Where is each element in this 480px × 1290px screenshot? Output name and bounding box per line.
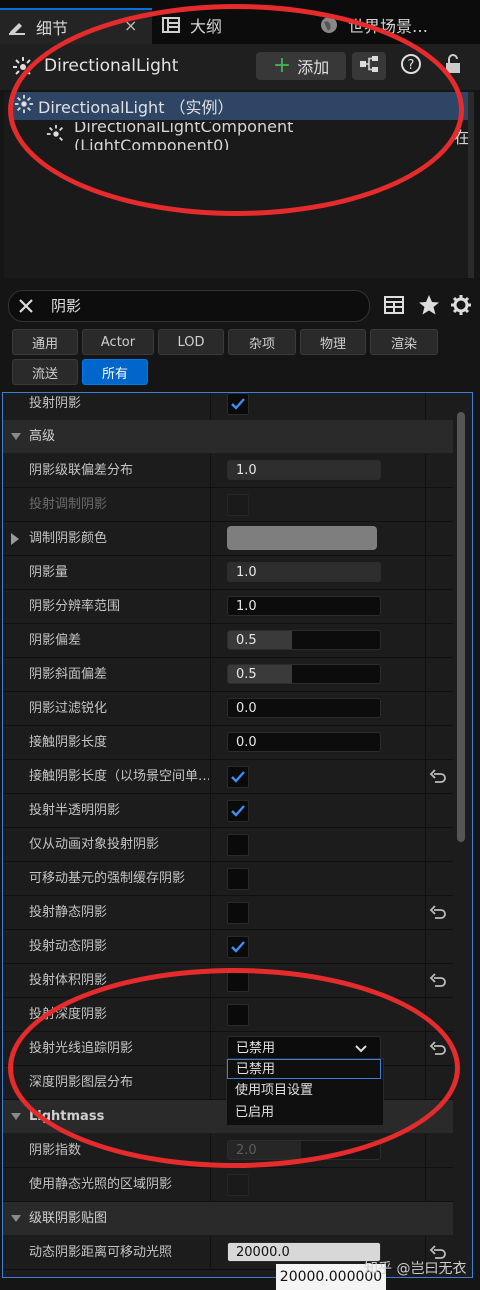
- prop-label: 动态阴影距离可移动光照: [29, 1245, 173, 1260]
- number-field[interactable]: 0.0: [227, 732, 381, 752]
- checkbox[interactable]: [227, 393, 249, 415]
- prop-label: 投射阴影: [29, 396, 82, 411]
- checkbox[interactable]: [227, 868, 249, 890]
- settings-gear-icon[interactable]: [450, 294, 472, 320]
- collapse-arrow-icon: [11, 1113, 21, 1120]
- tab-label: 细节: [36, 19, 69, 38]
- number-field[interactable]: 1.0: [227, 460, 381, 480]
- filter-chip-physics[interactable]: 物理: [300, 329, 366, 355]
- prop-label: 投射静态阴影: [29, 905, 108, 920]
- watermark: 知乎 @岂曰无衣: [364, 1261, 467, 1277]
- clear-search-icon[interactable]: [17, 297, 35, 319]
- prop-row: 阴影量 1.0: [3, 556, 453, 590]
- checkbox[interactable]: [227, 936, 249, 958]
- prop-row: 接触阴影长度（以场景空间单…: [3, 760, 453, 794]
- property-scrollbar[interactable]: [457, 412, 465, 842]
- annotation-ellipse: [8, 968, 460, 1168]
- slider-field[interactable]: 0.5: [227, 630, 381, 650]
- number-field[interactable]: 0.0: [227, 698, 381, 718]
- reset-arrow-icon[interactable]: [429, 972, 447, 990]
- number-field[interactable]: 1.0: [227, 596, 381, 616]
- checkbox[interactable]: [227, 766, 249, 788]
- checkbox[interactable]: [227, 834, 249, 856]
- prop-label: 调制阴影颜色: [29, 531, 108, 546]
- color-swatch[interactable]: [227, 526, 377, 550]
- prop-label: 仅从动画对象投射阴影: [29, 837, 160, 852]
- prop-label: 投射动态阴影: [29, 939, 108, 954]
- filter-chip-actor[interactable]: Actor: [82, 329, 154, 355]
- category-advanced[interactable]: 高级: [3, 420, 453, 453]
- prop-label: 投射调制阴影: [29, 497, 108, 512]
- prop-row: 投射调制阴影: [3, 488, 453, 522]
- prop-row: 投射阴影: [3, 393, 453, 421]
- prop-row: 阴影斜面偏差 0.5: [3, 658, 453, 692]
- search-input[interactable]: 阴影: [51, 295, 81, 316]
- prop-row: 使用静态光照的区域阴影: [3, 1168, 453, 1202]
- checkbox[interactable]: [227, 494, 249, 516]
- prop-row: 投射动态阴影: [3, 930, 453, 964]
- collapse-arrow-icon: [11, 433, 21, 440]
- slider-field[interactable]: 0.5: [227, 664, 381, 684]
- filter-chip-misc[interactable]: 杂项: [228, 329, 296, 355]
- checkbox[interactable]: [227, 1174, 249, 1196]
- reset-arrow-icon[interactable]: [429, 768, 447, 786]
- annotation-ellipse: [8, 4, 464, 216]
- filter-chip-lod[interactable]: LOD: [158, 329, 224, 355]
- prop-label: 投射半透明阴影: [29, 803, 121, 818]
- tree-scrollbar[interactable]: [468, 92, 474, 278]
- number-field[interactable]: 20000.0: [227, 1242, 381, 1262]
- prop-row: 调制阴影颜色: [3, 522, 453, 556]
- prop-label: 阴影偏差: [29, 633, 82, 648]
- search-box[interactable]: 阴影: [8, 290, 370, 322]
- prop-row: 投射半透明阴影: [3, 794, 453, 828]
- prop-label: 阴影斜面偏差: [29, 667, 108, 682]
- prop-row: 投射静态阴影: [3, 896, 453, 930]
- filter-chip-general[interactable]: 通用: [12, 329, 78, 355]
- prop-label: 可移动基元的强制缓存阴影: [29, 871, 186, 886]
- collapse-arrow-icon: [11, 1215, 21, 1222]
- prop-label: 阴影过滤锐化: [29, 701, 108, 716]
- prop-row: 阴影级联偏差分布 1.0: [3, 454, 453, 488]
- prop-row: 阴影偏差 0.5: [3, 624, 453, 658]
- prop-label: 使用静态光照的区域阴影: [29, 1177, 173, 1192]
- category-cascaded-shadow-maps[interactable]: 级联阴影贴图: [3, 1202, 453, 1235]
- prop-label: 阴影分辨率范围: [29, 599, 121, 614]
- prop-row: 接触阴影长度 0.0: [3, 726, 453, 760]
- category-label: 级联阴影贴图: [29, 1211, 108, 1226]
- prop-row: 可移动基元的强制缓存阴影: [3, 862, 453, 896]
- prop-row: 阴影分辨率范围 1.0: [3, 590, 453, 624]
- pencil-icon: [6, 16, 28, 38]
- expand-arrow-icon[interactable]: [11, 533, 19, 545]
- prop-label: 阴影量: [29, 565, 69, 580]
- star-icon[interactable]: [418, 294, 440, 320]
- filter-chip-all[interactable]: 所有: [82, 359, 148, 385]
- filter-chip-rendering[interactable]: 渲染: [370, 329, 438, 355]
- prop-label: 接触阴影长度（以场景空间单…: [29, 769, 209, 784]
- prop-row: 阴影过滤锐化 0.0: [3, 692, 453, 726]
- checkbox[interactable]: [227, 800, 249, 822]
- prop-label: 接触阴影长度: [29, 735, 108, 750]
- checkbox[interactable]: [227, 902, 249, 924]
- table-view-icon[interactable]: [384, 296, 404, 318]
- reset-arrow-icon[interactable]: [429, 904, 447, 922]
- category-label: 高级: [29, 429, 56, 444]
- prop-label: 阴影级联偏差分布: [29, 463, 134, 478]
- filter-chip-streaming[interactable]: 流送: [12, 359, 78, 385]
- prop-row: 仅从动画对象投射阴影: [3, 828, 453, 862]
- number-field[interactable]: 1.0: [227, 562, 381, 582]
